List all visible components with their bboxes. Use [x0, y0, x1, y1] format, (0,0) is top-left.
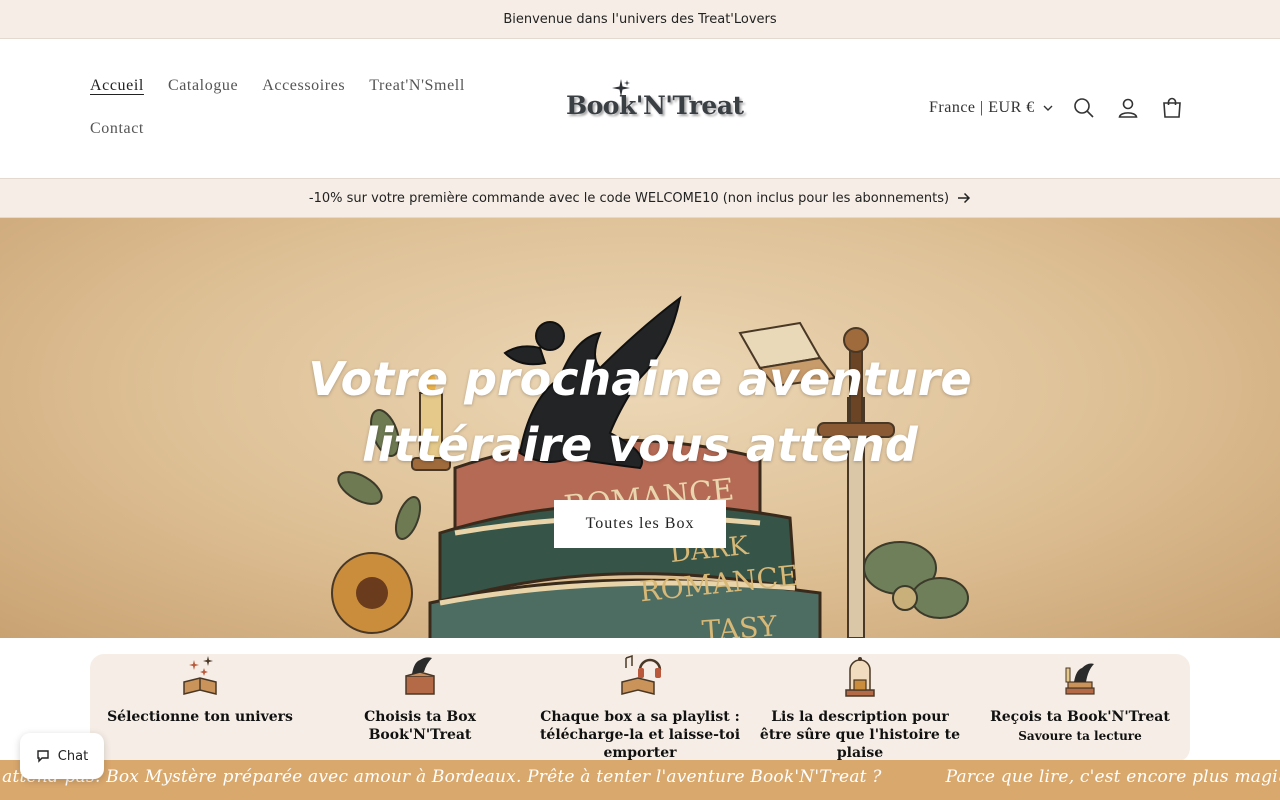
- all-boxes-button[interactable]: Toutes les Box: [554, 500, 726, 548]
- promo-text: -10% sur votre première commande avec le…: [308, 190, 950, 206]
- nav-item-accueil[interactable]: Accueil: [90, 63, 144, 106]
- step-title: Choisis ta Box Book'N'Treat: [364, 709, 476, 743]
- promo-bar[interactable]: -10% sur votre première commande avec le…: [0, 178, 1280, 218]
- arrow-right-icon: [958, 192, 971, 204]
- marquee-track: Parce que lire, c'est encore plus magiqu…: [0, 767, 1280, 787]
- spine-fantasy: TASY: [701, 609, 779, 638]
- chat-label: Chat: [57, 748, 89, 764]
- account-icon[interactable]: [1116, 96, 1140, 120]
- logo-text: Book'N'Treat: [566, 91, 744, 120]
- nav-item-contact[interactable]: Contact: [90, 106, 144, 149]
- nav-item-catalogue[interactable]: Catalogue: [168, 63, 238, 106]
- header-actions: France | EUR €: [929, 95, 1053, 121]
- step-item: Lis la description pour être sûre que l'…: [750, 654, 970, 762]
- book-bell-jar-icon: [845, 657, 875, 697]
- hero-title: Votre prochaine aventure littéraire vous…: [308, 352, 972, 472]
- cart-icon[interactable]: [1160, 96, 1184, 120]
- marquee-message: Parce que lire, c'est encore plus magiqu…: [0, 767, 882, 787]
- announcement-text: Bienvenue dans l'univers des Treat'Lover…: [503, 11, 777, 27]
- dragon-books-icon: [1065, 663, 1095, 695]
- step-item: Sélectionne ton univers: [90, 654, 310, 762]
- announcement-bar: Bienvenue dans l'univers des Treat'Lover…: [0, 0, 1280, 39]
- main-nav: Accueil Catalogue Accessoires Treat'N'Sm…: [90, 63, 500, 149]
- step-title: Lis la description pour être sûre que l'…: [759, 709, 961, 761]
- step-title: Chaque box a sa playlist : télécharge-la…: [539, 709, 741, 761]
- scrolling-banner: Parce que lire, c'est encore plus magiqu…: [0, 760, 1280, 800]
- step-item: Reçois ta Book'N'Treat Savoure ta lectur…: [970, 654, 1190, 762]
- step-title: Sélectionne ton univers: [107, 709, 293, 725]
- sunflower: [331, 552, 413, 634]
- leafy-plant: [863, 541, 969, 619]
- country-currency-selector[interactable]: France | EUR €: [929, 99, 1053, 117]
- step-subtitle: Savoure ta lecture: [1018, 729, 1142, 743]
- site-logo[interactable]: Book'N'Treat: [562, 79, 744, 129]
- hero-banner: ROMANCE DARK ROMANCE TASY Votre prochain…: [0, 218, 1280, 638]
- search-icon[interactable]: [1072, 96, 1096, 120]
- nav-item-treat-n-smell[interactable]: Treat'N'Smell: [369, 63, 465, 106]
- chat-button[interactable]: Chat: [20, 733, 104, 779]
- dragon-box-icon: [405, 657, 435, 695]
- step-item: Choisis ta Box Book'N'Treat: [310, 654, 530, 762]
- country-currency-label: France | EUR €: [929, 99, 1035, 116]
- chevron-down-icon: [1043, 105, 1053, 111]
- open-book-sparkles-icon: [183, 656, 217, 695]
- site-header: Accueil Catalogue Accessoires Treat'N'Sm…: [0, 39, 1280, 178]
- step-item: Chaque box a sa playlist : télécharge-la…: [530, 654, 750, 762]
- marquee-message: Parce que lire, c'est encore plus magiqu…: [945, 767, 1280, 787]
- steps-panel: Sélectionne ton univers Choisis ta Box B…: [90, 654, 1190, 762]
- step-title: Reçois ta Book'N'Treat: [990, 709, 1170, 725]
- book-headphones-icon: [621, 654, 662, 695]
- nav-item-accessoires[interactable]: Accessoires: [262, 63, 345, 106]
- chat-bubble-icon: [37, 750, 49, 763]
